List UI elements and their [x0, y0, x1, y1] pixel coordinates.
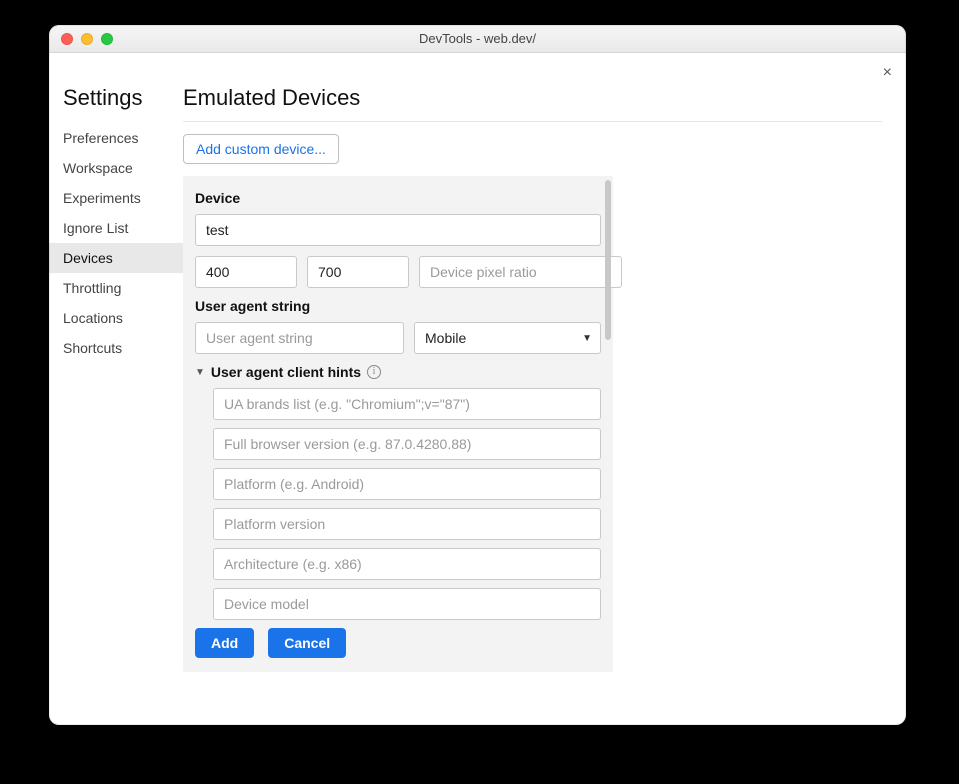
sidebar-item-experiments[interactable]: Experiments	[49, 183, 183, 213]
sidebar-item-throttling[interactable]: Throttling	[49, 273, 183, 303]
sidebar-item-preferences[interactable]: Preferences	[49, 123, 183, 153]
sidebar-item-shortcuts[interactable]: Shortcuts	[49, 333, 183, 363]
device-height-input[interactable]	[307, 256, 409, 288]
actions: Add Cancel	[195, 628, 601, 658]
add-button[interactable]: Add	[195, 628, 254, 658]
window-close-icon[interactable]	[61, 33, 73, 45]
client-hints-label: User agent client hints	[211, 364, 361, 380]
ua-type-select[interactable]: Mobile ▼	[414, 322, 601, 354]
sidebar-item-ignore-list[interactable]: Ignore List	[49, 213, 183, 243]
device-section-label: Device	[195, 190, 601, 206]
sidebar: Settings Preferences Workspace Experimen…	[49, 53, 183, 725]
sidebar-items: Preferences Workspace Experiments Ignore…	[49, 123, 183, 363]
divider	[183, 121, 882, 122]
sidebar-item-devices[interactable]: Devices	[49, 243, 183, 273]
hint-platform-version-input[interactable]	[213, 508, 601, 540]
scrollbar[interactable]	[603, 176, 613, 352]
hint-device-model-input[interactable]	[213, 588, 601, 620]
hint-architecture-input[interactable]	[213, 548, 601, 580]
chevron-down-icon: ▼	[582, 333, 592, 344]
client-hints-toggle[interactable]: ▼ User agent client hints i	[195, 364, 601, 380]
user-agent-input[interactable]	[195, 322, 404, 354]
device-pixel-ratio-input[interactable]	[419, 256, 622, 288]
client-hints-list	[195, 388, 601, 620]
sidebar-title: Settings	[63, 85, 183, 111]
window-title: DevTools - web.dev/	[49, 31, 906, 46]
ua-section-label: User agent string	[195, 298, 601, 314]
window-zoom-icon[interactable]	[101, 33, 113, 45]
device-width-input[interactable]	[195, 256, 297, 288]
add-custom-device-button[interactable]: Add custom device...	[183, 134, 339, 164]
traffic-lights	[49, 33, 113, 45]
info-icon[interactable]: i	[367, 365, 381, 379]
scrollbar-thumb[interactable]	[605, 180, 611, 340]
client-area: × Settings Preferences Workspace Experim…	[49, 53, 906, 725]
hint-full-version-input[interactable]	[213, 428, 601, 460]
titlebar: DevTools - web.dev/	[49, 25, 906, 53]
ua-type-value: Mobile	[425, 330, 466, 346]
cancel-button[interactable]: Cancel	[268, 628, 346, 658]
sidebar-item-locations[interactable]: Locations	[49, 303, 183, 333]
page-title: Emulated Devices	[183, 85, 882, 111]
device-editor-panel: Device User agent string	[183, 176, 613, 672]
hint-brands-input[interactable]	[213, 388, 601, 420]
window-minimize-icon[interactable]	[81, 33, 93, 45]
sidebar-item-workspace[interactable]: Workspace	[49, 153, 183, 183]
device-name-input[interactable]	[195, 214, 601, 246]
hint-platform-input[interactable]	[213, 468, 601, 500]
main: Emulated Devices Add custom device... De…	[183, 53, 906, 725]
window: DevTools - web.dev/ × Settings Preferenc…	[49, 25, 906, 725]
disclosure-triangle-icon: ▼	[195, 367, 205, 378]
